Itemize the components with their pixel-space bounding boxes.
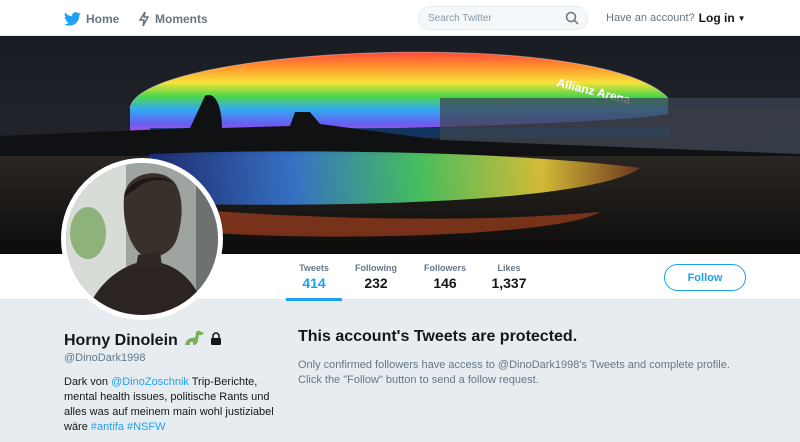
stat-likes[interactable]: Likes 1,337 [488,263,530,291]
profile-bio: Dark von @DinoZoschnik Trip-Berichte, me… [64,375,274,435]
bio-hashtag-link[interactable]: #antifa [91,421,124,433]
protected-title: This account's Tweets are protected. [298,328,578,345]
stat-following[interactable]: Following 232 [351,263,401,291]
stat-label: Tweets [299,263,329,273]
profile-name-text: Horny Dinolein [64,331,178,349]
bio-mention-link[interactable]: @DinoZoschnik [111,376,189,388]
nav-home-label: Home [86,12,120,26]
stat-value: 232 [364,275,388,291]
stat-followers[interactable]: Followers 146 [419,263,471,291]
protected-description: Only confirmed followers have access to … [298,359,730,386]
stat-label: Following [355,263,397,273]
lock-icon [210,331,222,350]
chevron-down-icon[interactable]: ▼ [738,14,746,23]
stat-value: 414 [302,275,326,291]
nav-moments[interactable]: Moments [138,10,208,28]
stat-value: 1,337 [491,275,527,291]
profile-handle: @DinoDark1998 [64,352,146,364]
search-box [418,6,588,30]
stat-label: Followers [423,263,466,273]
twitter-bird-icon [64,12,81,26]
search-icon[interactable] [565,11,579,30]
stat-tweets[interactable]: Tweets 414 [295,263,333,291]
lightning-icon [138,11,150,27]
profile-name: Horny Dinolein [64,329,222,352]
bio-hashtag-link[interactable]: #NSFW [127,421,166,433]
bio-text: Dark von [64,376,112,388]
stat-value: 146 [433,275,457,291]
dinosaur-emoji-icon [183,329,205,352]
nav-home[interactable]: Home [64,10,119,28]
active-tab-indicator [286,298,342,301]
login-link[interactable]: Log in [699,11,735,25]
avatar[interactable] [61,158,223,320]
top-navigation: Home Moments Have an account? Log in ▼ [0,0,800,36]
follow-button[interactable]: Follow [664,264,746,291]
search-input[interactable] [428,12,563,25]
account-prompt: Have an account? [606,12,695,24]
stat-label: Likes [497,263,521,273]
nav-moments-label: Moments [155,12,208,26]
account-area: Have an account? Log in ▼ [606,11,746,25]
